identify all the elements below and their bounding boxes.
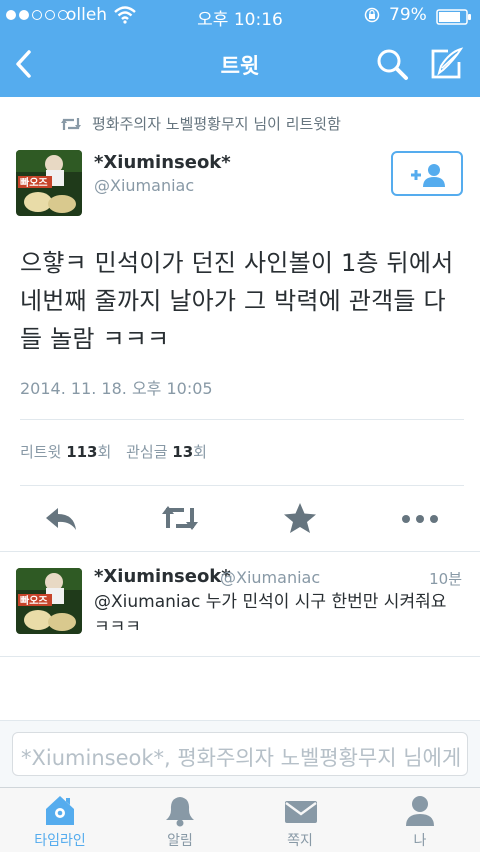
divider	[20, 419, 464, 420]
reply-input[interactable]: *Xiuminseok*, 평화주의자 노벨평황무지 님에게 답글	[12, 732, 468, 776]
tab-notifications[interactable]: 알림	[120, 788, 240, 852]
follow-button[interactable]	[391, 151, 463, 196]
header-bar: olleh 오후 10:16 79% 트윗	[0, 0, 480, 97]
tweet-timestamp: 2014. 11. 18. 오후 10:05	[20, 379, 213, 398]
tab-label: 쪽지	[287, 833, 313, 849]
compose-tweet-icon[interactable]	[428, 46, 464, 82]
tab-timeline[interactable]: 타임라인	[0, 788, 120, 852]
reply-author-handle[interactable]: @Xiumaniac	[220, 568, 320, 587]
author-avatar[interactable]: 빠오즈	[16, 150, 82, 216]
tab-bar: 타임라인 알림 쪽지 나	[0, 787, 480, 852]
avatar-image: 빠오즈	[16, 568, 82, 634]
author-handle[interactable]: @Xiumaniac	[94, 176, 194, 195]
retweet-small-icon	[61, 118, 81, 130]
retweet-icon[interactable]	[160, 500, 200, 536]
author-name[interactable]: *Xiuminseok*	[94, 152, 231, 173]
battery-percent: 79%	[389, 5, 427, 25]
retweet-stat[interactable]: 리트윗 113회	[20, 443, 111, 461]
more-options-icon[interactable]	[400, 500, 440, 536]
tweet-text: 으햫ㅋ 민석이가 던진 사인볼이 1층 뒤에서 네번째 줄까지 날아가 그 박력…	[20, 249, 454, 353]
favorite-stat[interactable]: 관심글 13회	[126, 443, 207, 461]
rotation-lock-icon	[364, 7, 380, 23]
bell-icon	[166, 797, 194, 827]
tab-me[interactable]: 나	[360, 788, 480, 852]
status-bar: olleh 오후 10:16 79%	[0, 0, 480, 32]
home-icon	[46, 796, 74, 825]
reply-time: 10분	[429, 570, 462, 588]
search-icon[interactable]	[374, 46, 410, 82]
tweet-stats: 리트윗 113회 관심글 13회	[20, 441, 207, 462]
favorite-star-icon[interactable]	[280, 500, 320, 536]
add-user-icon	[411, 164, 445, 187]
reply-compose-bar: *Xiuminseok*, 평화주의자 노벨평황무지 님에게 답글	[0, 720, 480, 787]
avatar-image: 빠오즈	[16, 150, 82, 216]
tab-label: 나	[413, 833, 427, 849]
nav-bar: 트윗	[0, 32, 480, 97]
divider	[0, 656, 480, 657]
tab-label: 알림	[167, 833, 193, 849]
tab-label: 타임라인	[34, 833, 86, 849]
divider	[20, 485, 464, 486]
reply-text: @Xiumaniac 누가 민석이 시구 한번만 시켜줘요 ㅋㅋㅋ	[94, 592, 447, 637]
reply-icon[interactable]	[42, 500, 82, 536]
person-icon	[406, 796, 434, 826]
reply-author-name[interactable]: *Xiuminseok*	[94, 566, 231, 587]
battery-icon	[436, 9, 471, 25]
envelope-icon	[285, 801, 317, 823]
retweet-notice[interactable]: 평화주의자 노벨평황무지 님이 리트윗함	[92, 113, 341, 134]
avatar-text: 빠오즈	[20, 176, 48, 189]
tab-messages[interactable]: 쪽지	[240, 788, 360, 852]
reply-author-avatar[interactable]: 빠오즈	[16, 568, 82, 634]
avatar-text: 빠오즈	[20, 594, 48, 607]
